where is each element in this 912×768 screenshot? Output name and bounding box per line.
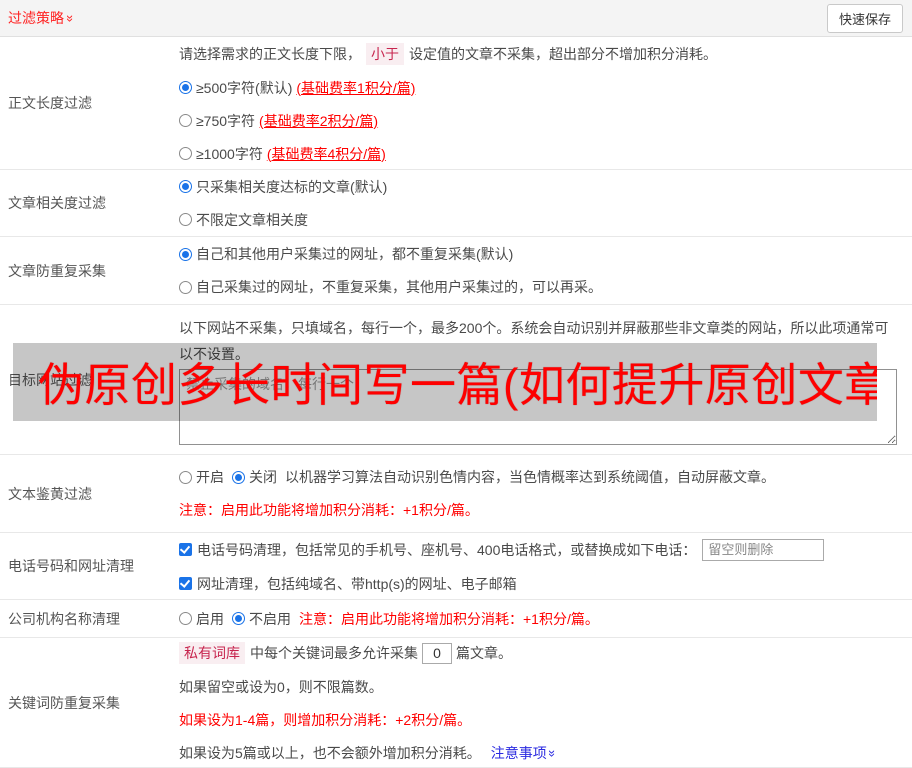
- row-label: 正文长度过滤: [8, 95, 92, 111]
- filter-strategy-page: 过滤策略 快速保存 正文长度过滤 请选择需求的正文长度下限，小于设定值的文章不采…: [0, 0, 912, 768]
- radio-icon[interactable]: [232, 612, 245, 625]
- row-relevance: 文章相关度过滤 只采集相关度达标的文章(默认) 不限定文章相关度: [0, 170, 912, 237]
- radio-icon[interactable]: [179, 147, 192, 160]
- row-label: 公司机构名称清理: [8, 610, 120, 627]
- radio-option-porn-off[interactable]: 关闭: [232, 467, 277, 487]
- radio-icon[interactable]: [179, 81, 192, 94]
- row-label: 目标网站过滤: [8, 371, 92, 388]
- max-collect-count-input[interactable]: [422, 642, 452, 664]
- radio-option-company-on[interactable]: 启用: [179, 609, 224, 629]
- row-label: 文章相关度过滤: [8, 195, 106, 211]
- radio-icon[interactable]: [179, 180, 192, 193]
- row-porn-filter: 文本鉴黄过滤 开启 关闭 以机器学习算法自动识别色情内容，当色情概率达到系统阈值…: [0, 455, 912, 533]
- row-label: 关键词防重复采集: [8, 694, 120, 711]
- radio-option-dedup-self[interactable]: 自己采集过的网址，不重复采集，其他用户采集过的，可以再采。: [179, 277, 902, 297]
- company-clean-note: 注意：启用此功能将增加积分消耗：+1积分/篇。: [299, 610, 599, 627]
- porn-filter-desc: 以机器学习算法自动识别色情内容，当色情概率达到系统阈值，自动屏蔽文章。: [285, 469, 775, 485]
- row-company-clean: 公司机构名称清理 启用 不启用 注意：启用此功能将增加积分消耗：+1积分/篇。: [0, 600, 912, 638]
- radio-option-relevance-strict[interactable]: 只采集相关度达标的文章(默认): [179, 177, 902, 197]
- radio-option-porn-on[interactable]: 开启: [179, 467, 224, 487]
- row-target-site: 目标网站过滤 以下网站不采集，只填域名，每行一个，最多200个。系统会自动识别并…: [0, 305, 912, 455]
- row-phone-url-clean: 电话号码和网址清理 电话号码清理，包括常见的手机号、座机号、400电话格式，或替…: [0, 533, 912, 600]
- less-than-chip: 小于: [366, 42, 404, 65]
- blocked-domains-textarea[interactable]: [179, 369, 897, 445]
- radio-icon[interactable]: [179, 114, 192, 127]
- chevron-double-down-icon: [546, 749, 559, 756]
- radio-icon[interactable]: [179, 247, 192, 261]
- topbar: 过滤策略 快速保存: [0, 0, 912, 37]
- quick-save-button[interactable]: 快速保存: [826, 3, 903, 33]
- notice-link[interactable]: 注意事项: [491, 743, 556, 763]
- private-lexicon-chip: 私有词库: [179, 642, 245, 664]
- keyword-dedup-line2: 如果留空或设为0，则不限篇数。: [179, 679, 383, 695]
- fee-note: (基础费率1积分/篇): [296, 79, 416, 96]
- checkbox-option-url-clean[interactable]: 网址清理，包括纯域名、带http(s)的网址、电子邮箱: [179, 574, 902, 594]
- radio-option-500[interactable]: ≥500字符(默认) (基础费率1积分/篇): [179, 78, 902, 98]
- row-content-length: 正文长度过滤 请选择需求的正文长度下限， 小于 设定值的文章不采集，超出部分不增加积…: [0, 37, 912, 170]
- fee-note: (基础费率2积分/篇): [259, 112, 379, 129]
- fee-note: (基础费率4积分/篇): [266, 145, 386, 162]
- replacement-phone-input[interactable]: [702, 538, 825, 561]
- checkbox-icon[interactable]: [179, 543, 192, 556]
- radio-icon[interactable]: [179, 612, 192, 625]
- radio-option-relevance-any[interactable]: 不限定文章相关度: [179, 210, 902, 230]
- chevron-double-down-icon: [64, 14, 77, 21]
- porn-filter-note: 注意：启用此功能将增加积分消耗：+1积分/篇。: [179, 502, 479, 518]
- page-title: 过滤策略: [8, 10, 64, 26]
- keyword-dedup-line3: 如果设为1-4篇，则增加积分消耗：+2积分/篇。: [179, 712, 472, 728]
- radio-option-dedup-all[interactable]: 自己和其他用户采集过的网址，都不重复采集(默认): [179, 244, 902, 264]
- checkbox-icon[interactable]: [179, 577, 192, 590]
- section-title-toggle[interactable]: 过滤策略: [8, 8, 74, 28]
- radio-icon[interactable]: [179, 470, 192, 484]
- content-length-desc: 请选择需求的正文长度下限， 小于 设定值的文章不采集，超出部分不增加积分消耗。: [179, 42, 902, 65]
- radio-icon[interactable]: [232, 470, 245, 484]
- target-site-desc: 以下网站不采集，只填域名，每行一个，最多200个。系统会自动识别并屏蔽那些非文章…: [179, 320, 889, 362]
- radio-option-company-off[interactable]: 不启用: [232, 609, 291, 629]
- radio-option-1000[interactable]: ≥1000字符 (基础费率4积分/篇): [179, 144, 902, 164]
- radio-option-750[interactable]: ≥750字符 (基础费率2积分/篇): [179, 111, 902, 131]
- row-label: 文章防重复采集: [8, 262, 106, 279]
- radio-icon[interactable]: [179, 280, 192, 294]
- keyword-dedup-line4: 如果设为5篇或以上，也不会额外增加积分消耗。: [179, 745, 481, 761]
- checkbox-option-phone-clean[interactable]: 电话号码清理，包括常见的手机号、座机号、400电话格式，或替换成如下电话：: [179, 540, 696, 560]
- radio-icon[interactable]: [179, 213, 192, 226]
- row-keyword-dedup: 关键词防重复采集 私有词库 中每个关键词最多允许采集 篇文章。 如果留空或设为0…: [0, 638, 912, 768]
- row-label: 电话号码和网址清理: [8, 558, 134, 574]
- row-dedup: 文章防重复采集 自己和其他用户采集过的网址，都不重复采集(默认) 自己采集过的网…: [0, 237, 912, 305]
- row-label: 文本鉴黄过滤: [8, 485, 92, 502]
